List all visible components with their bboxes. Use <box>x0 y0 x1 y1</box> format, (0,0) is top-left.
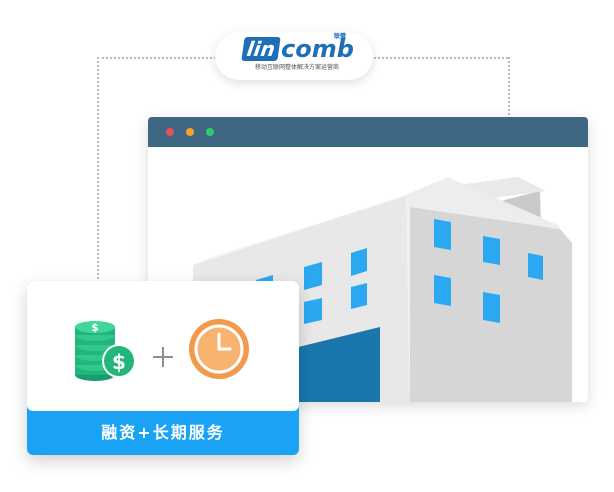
connector-line-left <box>97 57 99 307</box>
logo-lin-mark: lin <box>241 37 281 61</box>
logo-cn-name: 联璧 <box>334 33 347 40</box>
building-window <box>528 253 543 280</box>
service-card-label: 融资+长期服务 <box>101 423 225 442</box>
building-window <box>434 219 451 250</box>
svg-text:$: $ <box>91 321 99 334</box>
building-window <box>483 292 500 323</box>
building-window <box>351 283 367 309</box>
plus-icon <box>153 347 173 367</box>
service-card-icon-area: $ $ <box>27 281 299 411</box>
building-window <box>434 275 451 306</box>
browser-title-bar <box>148 117 588 147</box>
brand-logo-badge: lin comb 联璧 移动互联网整体解决方案运营商 <box>215 32 373 80</box>
building-window <box>483 236 500 265</box>
window-maximize-dot <box>206 128 214 136</box>
clock-icon <box>189 319 249 379</box>
svg-text:$: $ <box>112 350 126 374</box>
coins-dollar-icon: $ $ <box>75 321 136 381</box>
window-minimize-dot <box>186 128 194 136</box>
building-window <box>304 298 322 324</box>
connector-line-right <box>508 57 510 115</box>
window-close-dot <box>166 128 174 136</box>
logo-tagline: 移动互联网整体解决方案运营商 <box>254 64 339 71</box>
service-card: $ $ 融资+长期服务 <box>27 281 299 455</box>
